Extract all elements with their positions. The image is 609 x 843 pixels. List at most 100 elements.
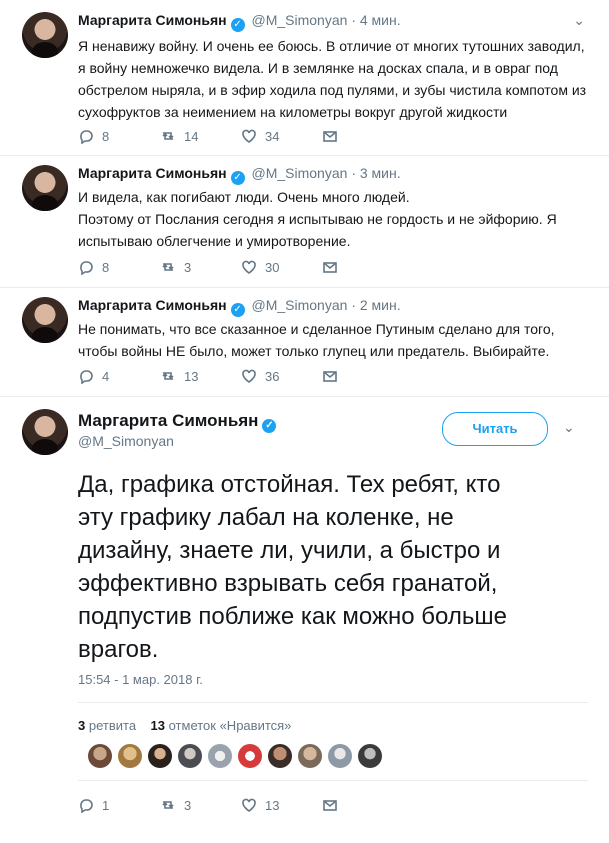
liker-avatar[interactable] bbox=[148, 744, 172, 768]
message-icon bbox=[322, 797, 338, 813]
like-button[interactable]: 13 bbox=[241, 797, 279, 813]
separator-dot: · bbox=[351, 165, 356, 181]
avatar[interactable] bbox=[22, 409, 68, 455]
text-line: Поэтому от Послания сегодня я испытываю … bbox=[78, 211, 557, 227]
liker-avatar[interactable] bbox=[328, 744, 352, 768]
liker-avatar[interactable] bbox=[208, 744, 232, 768]
like-button[interactable]: 36 bbox=[241, 368, 279, 384]
tweet[interactable]: Маргарита Симоньян ✓ @M_Simonyan · 2 мин.… bbox=[0, 287, 609, 397]
tweet[interactable]: Маргарита Симоньян ✓ @M_Simonyan · 3 мин.… bbox=[0, 155, 609, 288]
reply-button[interactable]: 8 bbox=[78, 128, 110, 145]
retweet-button[interactable]: 14 bbox=[160, 128, 198, 144]
message-icon bbox=[322, 368, 338, 384]
avatar[interactable] bbox=[22, 297, 68, 343]
author-name[interactable]: Маргарита Симоньян ✓ bbox=[78, 411, 279, 433]
retweet-count: 13 bbox=[184, 368, 199, 384]
text-line: чтобы войны НЕ было, может только глупец… bbox=[78, 343, 550, 359]
follow-button[interactable]: Читать bbox=[442, 412, 548, 446]
reply-count: 8 bbox=[102, 128, 110, 144]
author-name[interactable]: Маргарита Симоньян bbox=[78, 165, 227, 181]
retweet-button[interactable]: 3 bbox=[160, 797, 191, 813]
tweet-actions: 1 3 13 bbox=[78, 797, 348, 817]
liker-avatar[interactable] bbox=[88, 744, 112, 768]
like-count: 30 bbox=[265, 259, 280, 275]
reply-icon bbox=[78, 259, 94, 276]
reply-icon bbox=[78, 797, 94, 814]
like-icon bbox=[241, 368, 257, 384]
reply-count: 4 bbox=[102, 368, 110, 384]
reply-count: 8 bbox=[102, 259, 110, 275]
retweet-button[interactable]: 13 bbox=[160, 368, 198, 384]
tweet-header: Маргарита Симоньян ✓ @M_Simonyan · 4 мин. bbox=[78, 12, 401, 32]
message-button[interactable] bbox=[322, 128, 338, 144]
verified-icon: ✓ bbox=[262, 419, 277, 433]
retweet-count: 14 bbox=[184, 128, 199, 144]
author-name-text: Маргарита Симоньян bbox=[78, 411, 259, 430]
engagement-stats: 3 ретвита 13 отметок «Нравится» bbox=[78, 718, 291, 733]
liker-avatar[interactable] bbox=[298, 744, 322, 768]
tweet-text: Да, графика отстойная. Тех ребят, кто эт… bbox=[78, 468, 588, 666]
message-icon bbox=[322, 259, 338, 275]
text-line: я войну немножечко видела. И в землянке … bbox=[78, 60, 558, 76]
tweet-text: И видела, как погибают люди. Очень много… bbox=[78, 186, 588, 252]
tweet-time[interactable]: 4 мин. bbox=[360, 12, 401, 28]
author-name[interactable]: Маргарита Симоньян bbox=[78, 12, 227, 28]
tweet-time[interactable]: 2 мин. bbox=[360, 297, 401, 313]
retweet-button[interactable]: 3 bbox=[160, 259, 191, 275]
liker-avatar[interactable] bbox=[268, 744, 292, 768]
chevron-down-icon[interactable]: ⌄ bbox=[563, 419, 575, 436]
tweet-text: Не понимать, что все сказанное и сделанн… bbox=[78, 318, 588, 362]
reply-button[interactable]: 4 bbox=[78, 368, 110, 385]
tweet-actions: 4 13 36 bbox=[78, 368, 348, 388]
reply-icon bbox=[78, 128, 94, 145]
text-line: дизайну, знаете ли, учили, а быстро и bbox=[78, 537, 501, 564]
divider bbox=[78, 702, 588, 703]
tweet-actions: 8 3 30 bbox=[78, 259, 348, 279]
tweet[interactable]: Маргарита Симоньян ✓ @M_Simonyan · 4 мин.… bbox=[0, 0, 609, 156]
reply-button[interactable]: 8 bbox=[78, 259, 110, 276]
separator-dot: · bbox=[351, 297, 356, 313]
message-button[interactable] bbox=[322, 259, 338, 275]
text-line: Не понимать, что все сказанное и сделанн… bbox=[78, 321, 555, 337]
tweet-actions: 8 14 34 bbox=[78, 128, 348, 148]
text-line: эту графику лабал на коленке, не bbox=[78, 504, 454, 531]
author-handle[interactable]: @M_Simonyan bbox=[252, 165, 348, 181]
reply-button[interactable]: 1 bbox=[78, 797, 110, 814]
retweet-icon bbox=[160, 259, 176, 275]
reply-count: 1 bbox=[102, 797, 110, 813]
liker-avatar[interactable] bbox=[238, 744, 262, 768]
retweet-total[interactable]: 3 bbox=[78, 718, 85, 733]
text-line: сухофруктов за неимением на километры во… bbox=[78, 104, 508, 120]
likers-avatars bbox=[88, 744, 382, 768]
like-count: 13 bbox=[265, 797, 280, 813]
retweet-label[interactable]: ретвита bbox=[89, 718, 136, 733]
tweet-timestamp[interactable]: 15:54 - 1 мар. 2018 г. bbox=[78, 672, 203, 687]
like-label[interactable]: отметок «Нравится» bbox=[169, 718, 292, 733]
liker-avatar[interactable] bbox=[178, 744, 202, 768]
divider bbox=[78, 780, 588, 781]
avatar[interactable] bbox=[22, 12, 68, 58]
message-button[interactable] bbox=[322, 797, 338, 813]
text-line: И видела, как погибают люди. Очень много… bbox=[78, 189, 410, 205]
liker-avatar[interactable] bbox=[118, 744, 142, 768]
author-handle[interactable]: @M_Simonyan bbox=[78, 433, 174, 449]
message-button[interactable] bbox=[322, 368, 338, 384]
retweet-icon bbox=[160, 368, 176, 384]
like-total[interactable]: 13 bbox=[151, 718, 165, 733]
like-count: 36 bbox=[265, 368, 280, 384]
separator-dot: · bbox=[351, 12, 356, 28]
author-name[interactable]: Маргарита Симоньян bbox=[78, 297, 227, 313]
author-handle[interactable]: @M_Simonyan bbox=[252, 297, 348, 313]
author-handle[interactable]: @M_Simonyan bbox=[252, 12, 348, 28]
tweet-time[interactable]: 3 мин. bbox=[360, 165, 401, 181]
liker-avatar[interactable] bbox=[358, 744, 382, 768]
retweet-icon bbox=[160, 128, 176, 144]
avatar[interactable] bbox=[22, 165, 68, 211]
chevron-down-icon[interactable]: ⌄ bbox=[573, 12, 585, 29]
like-button[interactable]: 34 bbox=[241, 128, 279, 144]
verified-icon: ✓ bbox=[230, 303, 245, 317]
like-icon bbox=[241, 128, 257, 144]
verified-icon: ✓ bbox=[230, 171, 245, 185]
retweet-icon bbox=[160, 797, 176, 813]
like-button[interactable]: 30 bbox=[241, 259, 279, 275]
